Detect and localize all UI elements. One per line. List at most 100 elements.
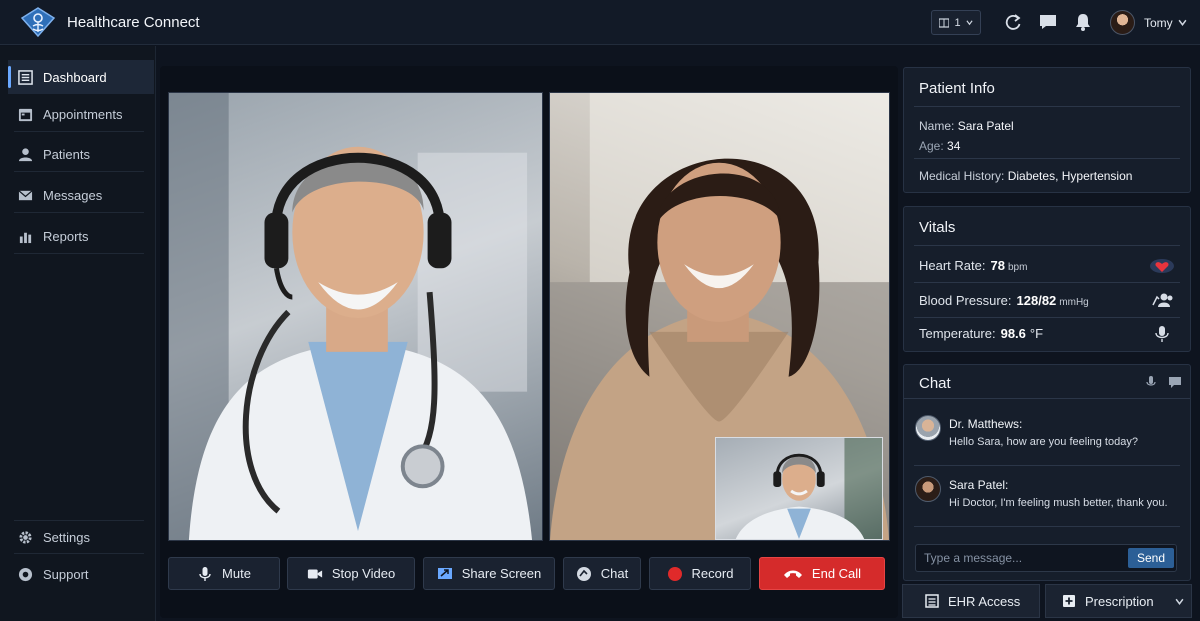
chat-icon [576,566,591,581]
patient-name-row: Name: Sara Patel [919,119,1014,133]
self-view-portrait [735,438,882,539]
sidebar-item-label: Appointments [43,107,123,122]
prescription-label: Prescription [1085,593,1154,609]
patient-age: 34 [947,139,961,153]
sidebar-item-label: Reports [43,229,89,244]
doctor-video-feed[interactable] [168,92,543,541]
top-bar: Healthcare Connect 1 Tomy [0,0,1200,45]
chevron-down-icon [965,20,973,26]
self-view-video[interactable] [715,437,883,540]
mute-button[interactable]: Mute [168,557,280,590]
bp-diastolic-value: /82 [1038,293,1057,308]
share-screen-label: Share Screen [461,566,542,581]
divider [914,106,1180,107]
patient-name-label: Name: [919,119,955,133]
chat-panel: Chat Dr. Matthews: Hello Sara, how are y… [903,364,1191,581]
sidebar-item-reports[interactable]: Reports [14,220,144,254]
sidebar-item-label: Settings [43,529,90,545]
caduceus-logo-icon [20,7,56,38]
medical-history: Diabetes, Hypertension [1007,169,1133,183]
temperature-row: Temperature: 98.6 °F [919,326,1043,341]
dashboard-icon [18,69,33,85]
heart-rate-unit: bpm [1007,262,1028,273]
sidebar-item-settings[interactable]: Settings [14,520,144,554]
document-icon [925,594,939,608]
chat-message-text: Hi Doctor, I'm feeling mush better, than… [949,497,1168,509]
divider [904,398,1190,399]
app-title: Healthcare Connect [67,14,200,31]
support-icon [18,567,33,581]
sidebar-item-label: Support [43,566,89,582]
sidebar-item-support[interactable]: Support [14,557,144,591]
record-label: Record [691,566,734,581]
doctor-portrait [169,93,533,540]
sidebar-item-patients[interactable]: Patients [14,138,144,172]
blood-pressure-label: Blood Pressure: [919,293,1012,308]
share-screen-button[interactable]: Share Screen [423,557,555,590]
divider [914,526,1180,527]
user-name[interactable]: Tomy [1144,16,1173,30]
heart-icon [1150,259,1174,273]
microphone-icon[interactable] [1144,375,1158,389]
hang-up-icon [783,570,802,578]
people-icon [1152,293,1173,307]
prescription-button[interactable]: Prescription [1045,584,1192,618]
panel-title: Patient Info [919,80,995,97]
patient-info-panel: Patient Info Name: Sara Patel Age: 34 Me… [903,67,1191,193]
refresh-icon[interactable] [1003,12,1023,32]
vitals-panel: Vitals Heart Rate: 78 bpm Blood Pressure: 1… [903,206,1191,352]
sidebar-item-dashboard[interactable]: Dashboard [8,60,154,94]
medical-history-label: Medical History: [919,169,1005,183]
medical-history-row: Medical History: Diabetes, Hypertension [919,169,1132,183]
chevron-down-icon[interactable] [1178,18,1187,27]
stop-video-button[interactable]: Stop Video [287,557,415,590]
heart-rate-label: Heart Rate: [919,258,986,273]
heart-rate-value: 78 [990,258,1005,273]
panel-title: Vitals [919,219,956,236]
divider [914,158,1180,159]
patient-name: Sara Patel [957,119,1014,133]
share-screen-icon [437,567,452,579]
panel-title: Chat [919,375,951,392]
chat-sender: Sara Patel: [949,478,1009,492]
ehr-access-button[interactable]: EHR Access [902,584,1040,618]
temperature-unit: °F [1029,326,1044,341]
chat-bubble-icon[interactable] [1168,375,1182,389]
send-button[interactable]: Send [1128,548,1174,568]
sidebar-item-appointments[interactable]: Appointments [14,98,144,132]
chat-message-text: Hello Sara, how are you feeling today? [949,436,1138,448]
bp-systolic-value: 128 [1016,293,1039,308]
person-icon [18,148,33,162]
chevron-down-icon[interactable] [1175,597,1184,606]
participants-dropdown[interactable]: 1 [931,10,981,35]
participants-count: 1 [954,16,961,29]
sidebar-item-label: Dashboard [43,69,107,85]
stop-video-label: Stop Video [331,566,396,581]
sidebar: Dashboard Appointments Patients Messages… [0,46,156,621]
grid-icon [939,17,950,28]
sidebar-item-messages[interactable]: Messages [14,179,144,213]
chat-bubble-icon[interactable] [1038,12,1058,32]
envelope-icon [18,190,33,201]
bell-icon[interactable] [1073,12,1093,32]
end-call-label: End Call [811,566,862,581]
sidebar-item-label: Patients [43,147,90,162]
mute-label: Mute [222,566,251,581]
plus-square-icon [1063,595,1075,607]
divider [914,465,1180,466]
divider [914,282,1180,283]
blood-pressure-row: Blood Pressure: 128/82 mmHg [919,293,1089,308]
chat-button[interactable]: Chat [563,557,641,590]
end-call-button[interactable]: End Call [759,557,885,590]
divider [914,317,1180,318]
temperature-value: 98.6 [1000,326,1026,341]
record-button[interactable]: Record [649,557,751,590]
heart-rate-row: Heart Rate: 78 bpm [919,258,1027,273]
video-camera-icon [307,569,322,578]
ehr-access-label: EHR Access [948,593,1021,609]
chat-label: Chat [600,566,629,581]
microphone-icon [199,566,211,581]
gear-icon [19,530,32,544]
user-avatar[interactable] [1110,10,1135,35]
patient-age-label: Age: [919,139,944,153]
